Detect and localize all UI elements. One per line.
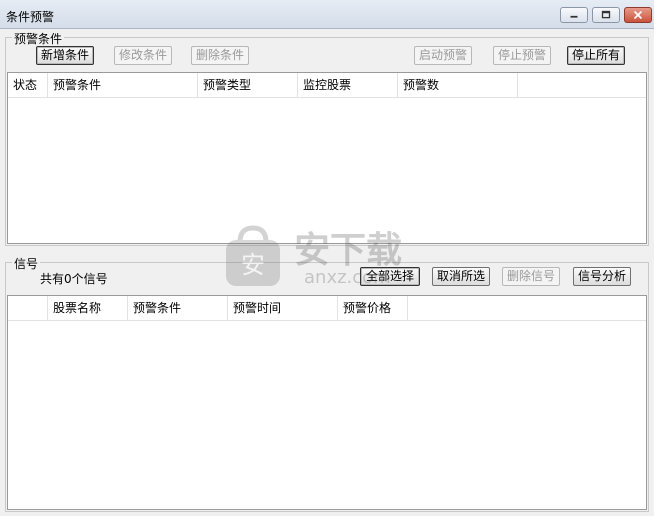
title-bar[interactable]: 条件预警: [0, 0, 654, 29]
column-header-stocks[interactable]: 监控股票: [298, 73, 398, 97]
delete-signal-button[interactable]: 删除信号: [502, 267, 560, 286]
column-header-status[interactable]: 状态: [8, 73, 48, 97]
delete-condition-button[interactable]: 删除条件: [191, 46, 249, 65]
column-header-alert-price[interactable]: 预警价格: [338, 296, 408, 320]
stop-alert-button[interactable]: 停止预警: [493, 46, 551, 65]
close-button[interactable]: [624, 7, 652, 23]
column-header-alert-condition[interactable]: 预警条件: [128, 296, 228, 320]
restore-icon: [601, 10, 611, 19]
column-header-type[interactable]: 预警类型: [198, 73, 298, 97]
signals-list-header: 股票名称 预警条件 预警时间 预警价格: [8, 296, 646, 321]
stop-all-button[interactable]: 停止所有: [567, 46, 625, 65]
column-header-stock-name[interactable]: 股票名称: [48, 296, 128, 320]
signal-analysis-button[interactable]: 信号分析: [573, 267, 631, 286]
alert-conditions-group-label: 预警条件: [12, 30, 65, 47]
column-header-count[interactable]: 预警数: [398, 73, 518, 97]
minimize-button[interactable]: [560, 7, 588, 23]
start-alert-button[interactable]: 启动预警: [414, 46, 472, 65]
window-title: 条件预警: [6, 10, 55, 24]
select-all-button[interactable]: 全部选择: [360, 267, 420, 286]
signals-group-label: 信号: [12, 255, 41, 272]
column-header-condition[interactable]: 预警条件: [48, 73, 198, 97]
add-condition-button[interactable]: 新增条件: [36, 46, 94, 65]
close-icon: [633, 10, 643, 20]
restore-button[interactable]: [592, 7, 620, 23]
column-header-select[interactable]: [8, 296, 48, 320]
column-header-alert-time[interactable]: 预警时间: [228, 296, 338, 320]
edit-condition-button[interactable]: 修改条件: [114, 46, 172, 65]
alert-conditions-list[interactable]: 状态 预警条件 预警类型 监控股票 预警数: [7, 72, 647, 244]
minimize-icon: [570, 15, 578, 18]
signal-count-text: 共有0个信号: [40, 272, 108, 286]
deselect-all-button[interactable]: 取消所选: [432, 267, 490, 286]
signals-list[interactable]: 股票名称 预警条件 预警时间 预警价格: [7, 295, 647, 510]
alert-conditions-list-header: 状态 预警条件 预警类型 监控股票 预警数: [8, 73, 646, 98]
